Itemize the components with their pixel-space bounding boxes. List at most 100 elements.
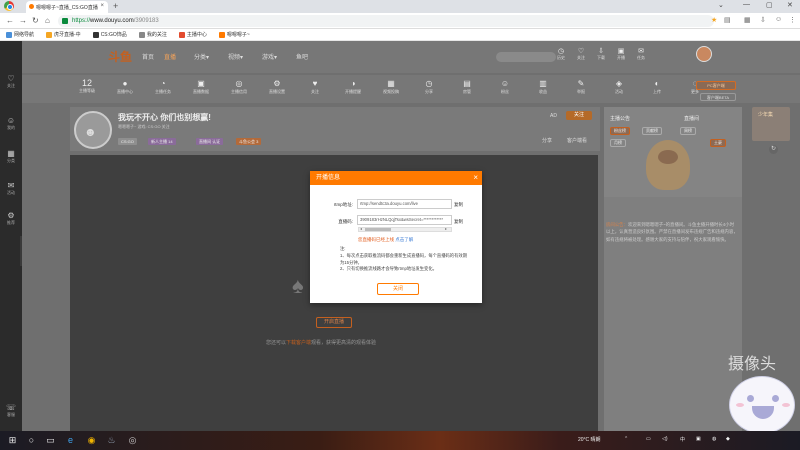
toolstrip-item[interactable]: ⚙ 直播设置 — [264, 78, 290, 95]
toolstrip-item[interactable]: ♥ 关注 — [302, 78, 328, 95]
share-link[interactable]: 分享 — [542, 137, 552, 144]
modal-close-icon[interactable]: × — [473, 171, 478, 185]
tray-app-icon[interactable]: ◍ — [712, 436, 716, 442]
rank-chip[interactable]: 粉丝榜 — [610, 127, 630, 135]
scroll-right-icon[interactable]: ▸ — [445, 226, 447, 231]
open-live-button[interactable]: 开启直播 — [316, 317, 352, 328]
url-input[interactable]: https://www.douyu.com/3909183 — [58, 15, 714, 27]
search-icon[interactable]: ○ — [26, 435, 37, 446]
tab-close-icon[interactable]: × — [100, 3, 104, 9]
toolstrip-item[interactable]: ● 直播中心 — [112, 78, 138, 95]
sidebar-item[interactable]: ♡ 关注 — [3, 74, 19, 89]
new-tab-icon[interactable]: + — [113, 1, 118, 11]
sidebar-item[interactable]: ☺ 我的 — [3, 116, 19, 131]
close-window-icon[interactable]: ✕ — [787, 1, 793, 9]
nav-games[interactable]: 游戏▾ — [262, 52, 277, 61]
room-chip[interactable]: 斗鱼公会 3 — [236, 138, 262, 145]
steam-icon[interactable]: ♨ — [106, 435, 117, 446]
chrome-taskbar-icon[interactable]: ◉ — [86, 435, 97, 446]
rtmp-address-field[interactable]: rtmp://sendtc3a.douyu.com/live — [357, 199, 452, 209]
site-search-input[interactable] — [496, 52, 556, 62]
sidebar-item[interactable]: ☏ 客服 — [3, 403, 19, 418]
room-chip[interactable]: 新人主播 14 — [148, 138, 176, 145]
sidebar-item[interactable]: ▦ 分类 — [3, 149, 19, 164]
douyu-logo[interactable]: 斗鱼 — [108, 48, 132, 65]
room-chip[interactable]: 直播间 认证 — [196, 138, 224, 145]
rank-chip[interactable]: 贡献榜 — [642, 127, 662, 135]
scroll-indicator-icon[interactable]: ↻ — [769, 145, 778, 154]
browser-logo-icon[interactable] — [4, 1, 14, 11]
windows-start-icon[interactable]: ⊞ — [7, 435, 18, 446]
maximize-icon[interactable]: ▢ — [766, 1, 773, 9]
rank-chip[interactable]: 土豪 — [710, 139, 726, 147]
network-icon[interactable]: ▭ — [646, 436, 651, 442]
nav-yuba[interactable]: 鱼吧 — [296, 52, 308, 61]
learn-more-link[interactable]: 点击了解 — [395, 237, 413, 242]
stream-code-field[interactable]: 3909183rHzNLQqjTsx&wsSecret=************ — [357, 215, 452, 225]
tab-announcement[interactable]: 主播公告 — [610, 115, 630, 122]
host-avatar[interactable]: ☻ — [74, 111, 112, 149]
menu-icon[interactable]: ⋮ — [789, 16, 796, 24]
toolstrip-item[interactable]: ◈ 活动 — [606, 78, 632, 95]
header-follow[interactable]: ♡ 关注 — [573, 47, 589, 61]
reload-icon[interactable]: ↻ — [32, 16, 39, 25]
toolstrip-item[interactable]: ▥ 收益 — [530, 78, 556, 95]
bookmark-item[interactable]: 网络导航 — [6, 31, 34, 38]
room-chip[interactable]: CS:GO — [118, 138, 137, 145]
obs-icon[interactable]: ◎ — [127, 435, 138, 446]
header-download[interactable]: ⇩ 下载 — [593, 47, 609, 61]
forward-icon[interactable]: → — [19, 16, 27, 25]
toolstrip-item[interactable]: ▤ 房管 — [454, 78, 480, 95]
bookmark-item[interactable]: 虎牙直播-中 — [46, 31, 81, 38]
toolstrip-item[interactable]: ◑ 开播提醒 — [340, 78, 366, 95]
volume-icon[interactable]: ◁) — [662, 436, 668, 442]
follow-button[interactable]: 关注 — [566, 111, 592, 120]
client-beta-button[interactable]: 客户端BETA — [700, 93, 736, 101]
download-client-link[interactable]: 下载客户端 — [286, 340, 311, 346]
bookmark-item[interactable]: 主播中心 — [178, 31, 207, 38]
pc-client-button[interactable]: PC客户端 — [696, 81, 736, 90]
header-history[interactable]: ◷ 历史 — [553, 47, 569, 61]
header-broadcast[interactable]: ▣ 开播 — [613, 47, 629, 61]
bookmark-item[interactable]: 嗯嗯嗯子~ — [218, 31, 250, 38]
bookmark-item[interactable]: 我的关注 — [138, 31, 167, 38]
client-watch-link[interactable]: 客户端看 — [567, 137, 587, 144]
extensions-icon[interactable]: ▦ — [744, 16, 751, 24]
nav-home[interactable]: 首页 — [142, 52, 154, 61]
tray-app-icon[interactable]: ◆ — [726, 436, 730, 442]
nav-live[interactable]: 直播 — [164, 52, 176, 61]
tab-search-icon[interactable]: ⌄ — [718, 1, 724, 9]
tray-arrow-icon[interactable]: ⌃ — [624, 436, 628, 442]
profile-icon[interactable]: ☺ — [775, 16, 782, 23]
scroll-left-icon[interactable]: ◂ — [360, 226, 362, 231]
rtmp-copy-button[interactable]: 复制 — [454, 202, 463, 208]
toolstrip-item[interactable]: ▣ 直播数据 — [188, 78, 214, 95]
tray-app-icon[interactable]: ▣ — [696, 436, 701, 442]
bookmark-item[interactable]: CS:GO饰品 — [92, 31, 127, 38]
toolstrip-item[interactable]: ◷ 分享 — [416, 78, 442, 95]
header-tasks[interactable]: ✉ 任务 — [633, 47, 649, 61]
nav-video[interactable]: 视频▾ — [228, 52, 243, 61]
nav-category[interactable]: 分类▾ — [194, 52, 209, 61]
user-avatar[interactable] — [696, 46, 712, 62]
stream-code-copy-button[interactable]: 复制 — [454, 219, 463, 225]
browser-tab[interactable]: 嗯嗯嗯子~直播_CS:GO直播 × — [26, 1, 108, 13]
sidebar-item[interactable]: ⚙ 推荐 — [3, 211, 19, 226]
home-icon[interactable]: ⌂ — [45, 16, 50, 25]
toolstrip-item[interactable]: ◔ 主播任务 — [150, 78, 176, 95]
sidebar-item[interactable]: ✉ 活动 — [3, 181, 19, 196]
bookmark-star-icon[interactable]: ★ — [711, 16, 717, 24]
stream-code-scrollbar[interactable]: ◂ ▸ — [358, 226, 452, 232]
toolstrip-item[interactable]: ◐ 上传 — [644, 78, 670, 95]
promo-thumb-card[interactable]: 少年集 — [752, 107, 790, 141]
toolstrip-item[interactable]: ☺ 粉丝 — [492, 78, 518, 95]
tab-room[interactable]: 直播间 — [684, 115, 699, 122]
minimize-icon[interactable]: — — [743, 1, 750, 8]
scrollbar-thumb[interactable] — [365, 228, 391, 231]
task-view-icon[interactable]: ▭ — [45, 435, 56, 446]
rank-chip[interactable]: 月榜 — [610, 139, 626, 147]
downloads-icon[interactable]: ⇩ — [760, 16, 766, 24]
edge-icon[interactable]: e — [65, 435, 76, 446]
modal-close-button[interactable]: 关闭 — [377, 283, 419, 295]
back-icon[interactable]: ← — [6, 16, 14, 25]
